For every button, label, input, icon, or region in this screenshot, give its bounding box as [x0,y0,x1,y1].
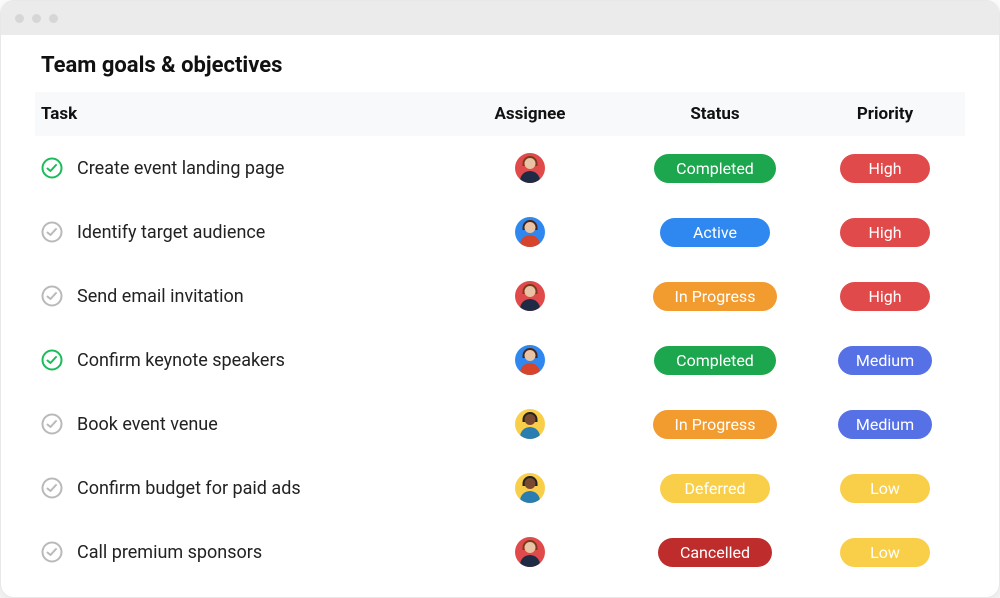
priority-badge[interactable]: High [840,282,930,311]
traffic-close-icon[interactable] [15,14,24,23]
check-todo-icon[interactable] [41,477,63,499]
check-todo-icon[interactable] [41,285,63,307]
assignee-avatar[interactable] [515,153,545,183]
assignee-avatar[interactable] [515,537,545,567]
app-window: Team goals & objectives Task Assignee St… [0,0,1000,598]
assignee-avatar[interactable] [515,345,545,375]
status-badge[interactable]: Active [660,218,770,247]
task-name: Confirm budget for paid ads [77,478,301,499]
assignee-avatar[interactable] [515,217,545,247]
assignee-avatar[interactable] [515,473,545,503]
content-area: Team goals & objectives Task Assignee St… [1,35,999,584]
priority-badge[interactable]: High [840,218,930,247]
traffic-minimize-icon[interactable] [32,14,41,23]
check-done-icon[interactable] [41,157,63,179]
table-row[interactable]: Confirm keynote speakers Completed Mediu… [35,328,965,392]
task-name: Call premium sponsors [77,542,262,563]
task-name: Create event landing page [77,158,284,179]
priority-badge[interactable]: Medium [838,410,932,439]
check-todo-icon[interactable] [41,413,63,435]
task-name: Book event venue [77,414,218,435]
header-assignee: Assignee [445,104,615,124]
assignee-avatar[interactable] [515,409,545,439]
priority-badge[interactable]: High [840,154,930,183]
status-badge[interactable]: Deferred [660,474,770,503]
status-badge[interactable]: In Progress [653,282,778,311]
table-row[interactable]: Create event landing page Completed High [35,136,965,200]
table-body: Create event landing page Completed High… [35,136,965,584]
priority-badge[interactable]: Low [840,538,930,567]
table-row[interactable]: Send email invitation In Progress High [35,264,965,328]
page-title: Team goals & objectives [35,53,965,78]
check-todo-icon[interactable] [41,541,63,563]
header-task: Task [41,104,445,124]
header-priority: Priority [815,104,955,124]
status-badge[interactable]: Cancelled [658,538,772,567]
task-name: Confirm keynote speakers [77,350,285,371]
table-row[interactable]: Identify target audience Active High [35,200,965,264]
table-row[interactable]: Book event venue In Progress Medium [35,392,965,456]
task-name: Identify target audience [77,222,265,243]
traffic-maximize-icon[interactable] [49,14,58,23]
table-row[interactable]: Call premium sponsors Cancelled Low [35,520,965,584]
status-badge[interactable]: Completed [654,154,776,183]
check-todo-icon[interactable] [41,221,63,243]
table-header: Task Assignee Status Priority [35,92,965,136]
task-name: Send email invitation [77,286,244,307]
priority-badge[interactable]: Low [840,474,930,503]
check-done-icon[interactable] [41,349,63,371]
table-row[interactable]: Confirm budget for paid ads Deferred Low [35,456,965,520]
priority-badge[interactable]: Medium [838,346,932,375]
header-status: Status [615,104,815,124]
status-badge[interactable]: In Progress [653,410,778,439]
window-titlebar [1,1,999,35]
status-badge[interactable]: Completed [654,346,776,375]
assignee-avatar[interactable] [515,281,545,311]
